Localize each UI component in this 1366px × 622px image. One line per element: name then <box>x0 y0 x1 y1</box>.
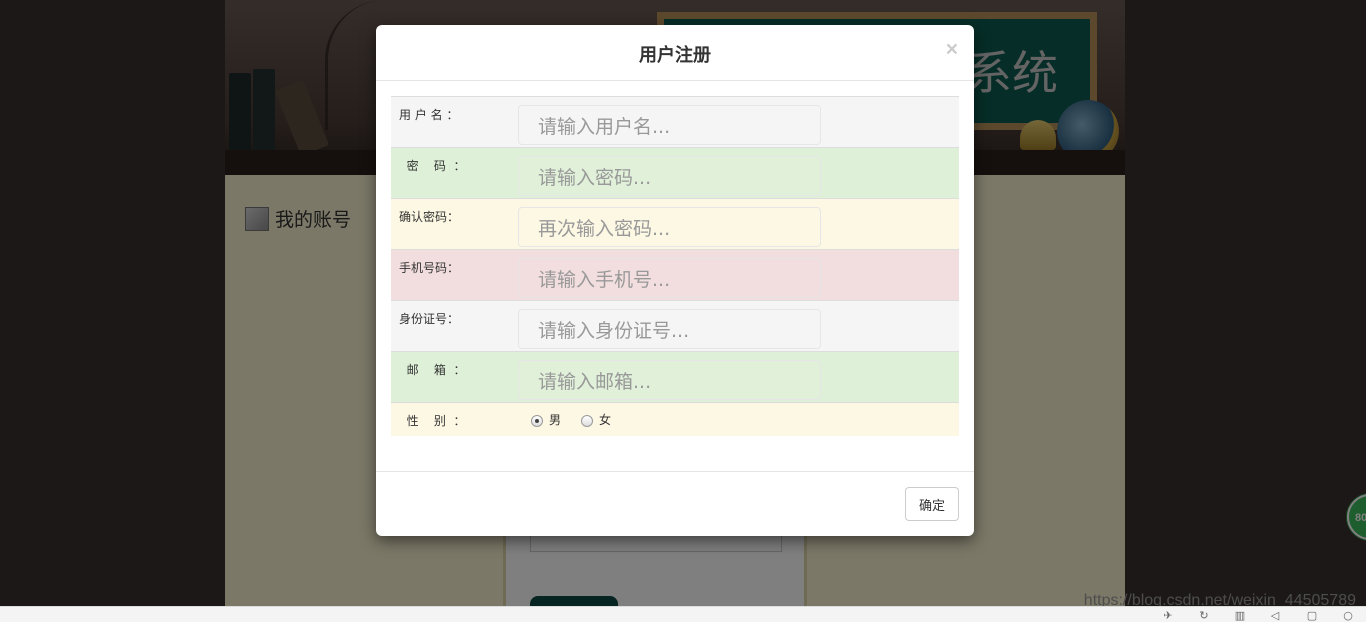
password-label: 密 码 ： <box>399 159 466 173</box>
phone-input[interactable]: 请输入手机号... <box>518 258 821 298</box>
gender-male-label[interactable]: 男 <box>549 411 561 428</box>
confirm-password-input[interactable]: 再次输入密码... <box>518 207 821 247</box>
bottom-toolbar: ✈ ↻ ▥ ◁ ▢ ○ <box>0 606 1366 622</box>
register-modal: 用户注册 × 用 户 名 ： 请输入用户名... 密 码 ： 请输入密码... … <box>376 25 974 536</box>
id-number-input[interactable]: 请输入身份证号... <box>518 309 821 349</box>
password-input[interactable]: 请输入密码... <box>518 156 821 196</box>
modal-footer: 确定 <box>376 471 974 536</box>
close-icon[interactable]: × <box>946 39 958 60</box>
trash-icon[interactable]: ▥ <box>1234 610 1246 621</box>
confirm-password-label: 确认密码： <box>399 210 460 224</box>
form-row-email: 邮 箱 ： 请输入邮箱... <box>391 352 959 403</box>
window-icon[interactable]: ▢ <box>1306 610 1318 621</box>
gender-radio-group: 男 女 <box>531 411 631 428</box>
form-row-password: 密 码 ： 请输入密码... <box>391 148 959 199</box>
phone-label: 手机号码： <box>399 261 460 275</box>
pin-icon[interactable]: ✈ <box>1162 610 1174 621</box>
username-label: 用 户 名 ： <box>399 108 459 122</box>
email-input[interactable]: 请输入邮箱... <box>518 360 821 400</box>
register-form: 用 户 名 ： 请输入用户名... 密 码 ： 请输入密码... 确认密码： 再… <box>391 96 959 436</box>
gender-label: 性 别 ： <box>399 414 466 428</box>
form-row-id-number: 身份证号： 请输入身份证号... <box>391 301 959 352</box>
form-row-gender: 性 别 ： 男 女 <box>391 403 959 436</box>
confirm-button[interactable]: 确定 <box>905 487 959 521</box>
refresh-icon[interactable]: ↻ <box>1198 610 1210 621</box>
gender-female-label[interactable]: 女 <box>599 411 611 428</box>
form-row-confirm-password: 确认密码： 再次输入密码... <box>391 199 959 250</box>
email-label: 邮 箱 ： <box>399 363 466 377</box>
gender-female-radio[interactable] <box>581 414 594 427</box>
form-row-phone: 手机号码： 请输入手机号... <box>391 250 959 301</box>
gender-male-radio[interactable] <box>531 414 543 427</box>
form-row-username: 用 户 名 ： 请输入用户名... <box>391 97 959 148</box>
speaker-icon[interactable]: ◁ <box>1269 610 1281 621</box>
modal-header: 用户注册 × <box>376 25 974 81</box>
search-icon[interactable]: ○ <box>1342 610 1354 621</box>
modal-title: 用户注册 <box>639 45 711 66</box>
username-input[interactable]: 请输入用户名... <box>518 105 821 145</box>
id-number-label: 身份证号： <box>399 312 460 326</box>
